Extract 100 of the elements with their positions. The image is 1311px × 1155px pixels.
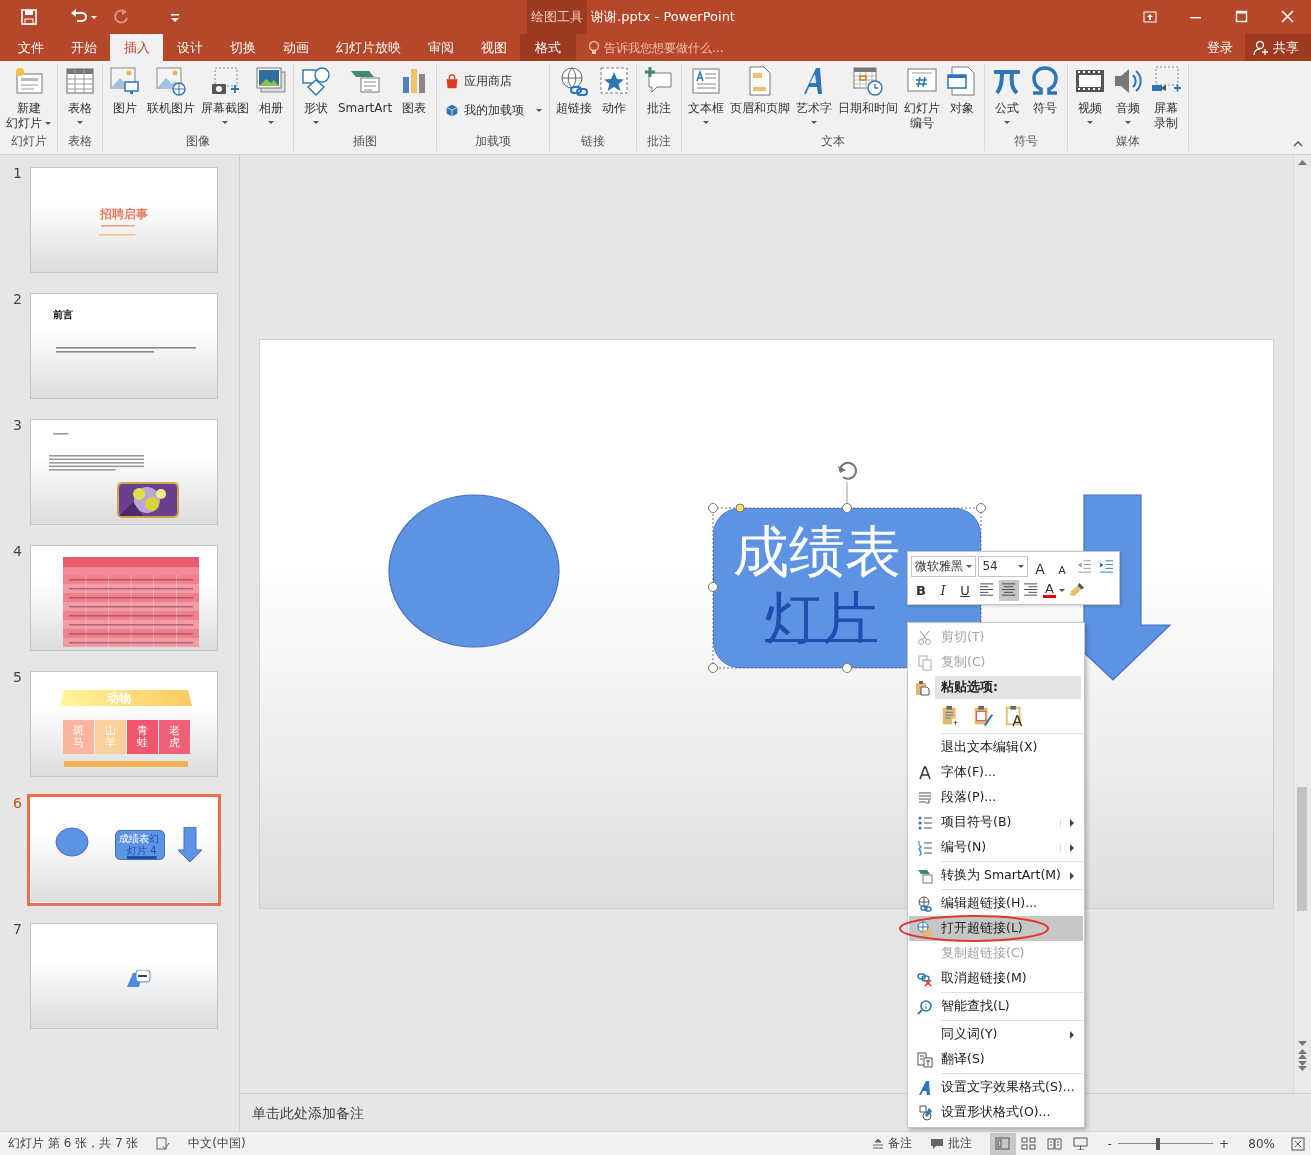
sign-in-link[interactable]: 登录 bbox=[1195, 34, 1245, 61]
italic-button[interactable]: I bbox=[933, 579, 953, 601]
scroll-up-icon[interactable] bbox=[1298, 159, 1307, 165]
align-center-icon[interactable] bbox=[1001, 582, 1017, 598]
decrease-font-size-button[interactable]: A bbox=[1052, 555, 1072, 577]
ribbon-display-options-icon[interactable] bbox=[1143, 10, 1157, 24]
ribbon-button[interactable]: 艺术字 bbox=[793, 64, 836, 125]
slide-thumbnail[interactable]: 前言 bbox=[30, 293, 218, 399]
font-color-button[interactable]: A bbox=[1043, 582, 1056, 598]
menu-item[interactable]: 段落(P)... bbox=[909, 785, 1083, 810]
ribbon-button[interactable]: 符号 bbox=[1026, 64, 1065, 117]
ribbon-button[interactable]: 屏幕 录制 bbox=[1147, 64, 1186, 132]
slide-thumbnail[interactable] bbox=[30, 545, 218, 651]
zoom-percentage[interactable]: 80% bbox=[1235, 1136, 1275, 1151]
menu-item[interactable]: 转换为 SmartArt(M) bbox=[909, 863, 1083, 888]
ribbon-button[interactable]: 动作 bbox=[595, 64, 634, 117]
text-effects-icon bbox=[917, 1079, 933, 1096]
ribbon-button[interactable]: 幻灯片 编号 bbox=[901, 64, 944, 132]
font-size-field[interactable]: 54 bbox=[978, 555, 1028, 577]
ribbon-button[interactable]: 联机图片 bbox=[144, 64, 198, 117]
language-indicator[interactable]: 中文(中国) bbox=[188, 1135, 246, 1152]
next-slide-icon[interactable] bbox=[1298, 1061, 1307, 1071]
scrollbar-thumb[interactable] bbox=[1297, 787, 1307, 911]
fit-to-window-icon[interactable] bbox=[1291, 1136, 1305, 1151]
previous-slide-icon[interactable] bbox=[1298, 1049, 1307, 1059]
increase-indent-icon[interactable] bbox=[1098, 558, 1114, 574]
format-painter-icon[interactable] bbox=[1068, 582, 1085, 598]
ribbon-tab[interactable]: 开始 bbox=[57, 34, 110, 61]
rotate-handle-icon[interactable] bbox=[838, 461, 857, 480]
ribbon-button[interactable]: 应用商店 bbox=[440, 72, 547, 91]
slide-title: 招聘启事 bbox=[99, 206, 149, 223]
ribbon-button[interactable]: 页眉和页脚 bbox=[727, 64, 794, 117]
menu-item[interactable]: 项目符号(B) bbox=[909, 810, 1083, 835]
menu-item[interactable]: 字体(F)... bbox=[909, 760, 1083, 785]
slide-thumbnail[interactable] bbox=[30, 923, 218, 1029]
collapse-ribbon-icon[interactable] bbox=[1293, 141, 1303, 147]
ribbon-button[interactable]: 超链接 bbox=[553, 64, 596, 117]
ribbon-button[interactable]: 公式 bbox=[988, 64, 1027, 125]
share-button[interactable]: 共享 bbox=[1245, 34, 1311, 61]
ribbon-button[interactable]: 音频 bbox=[1109, 64, 1148, 125]
menu-item[interactable]: 取消超链接(M) bbox=[909, 966, 1083, 991]
zoom-slider-thumb[interactable] bbox=[1155, 1137, 1160, 1150]
shapes-icon bbox=[300, 65, 332, 97]
paste-picture-icon[interactable] bbox=[972, 704, 994, 728]
ribbon-button[interactable]: 图表 bbox=[395, 64, 434, 117]
spell-check-icon[interactable] bbox=[156, 1136, 171, 1151]
ribbon-button[interactable]: 批注 bbox=[640, 64, 679, 117]
hyperlink-icon bbox=[558, 65, 591, 97]
slide-thumbnail[interactable] bbox=[30, 419, 218, 525]
align-left-icon[interactable] bbox=[979, 582, 995, 598]
normal-view-icon[interactable] bbox=[995, 1137, 1011, 1150]
ribbon-button[interactable]: SmartArt bbox=[335, 64, 396, 117]
ribbon-button[interactable]: 新建 幻灯片 bbox=[3, 64, 54, 132]
notes-button[interactable]: 备注 bbox=[871, 1135, 912, 1152]
reading-view-icon[interactable] bbox=[1047, 1137, 1063, 1150]
ribbon-button[interactable]: 对象 bbox=[943, 64, 982, 117]
ribbon-button[interactable]: 我的加载项 bbox=[440, 101, 547, 120]
menu-item[interactable]: 编辑超链接(H)... bbox=[909, 891, 1083, 916]
menu-item[interactable]: 编号(N) bbox=[909, 835, 1083, 860]
ribbon-button[interactable]: 表格 bbox=[61, 64, 99, 125]
font-name-field[interactable]: 微软雅黑 bbox=[911, 555, 977, 577]
slide-show-icon[interactable] bbox=[1073, 1137, 1089, 1150]
ribbon-tab[interactable]: 动画 bbox=[269, 34, 322, 61]
ribbon-button[interactable]: 形状 bbox=[297, 64, 335, 125]
save-icon[interactable] bbox=[20, 8, 38, 26]
dropdown-caret-icon bbox=[1058, 588, 1065, 592]
notes-field[interactable]: 单击此处添加备注 bbox=[250, 1103, 554, 1122]
ribbon-tab[interactable]: 审阅 bbox=[414, 34, 467, 61]
menu-item[interactable]: 智能查找(L) bbox=[909, 994, 1083, 1019]
menu-item[interactable]: 同义词(Y) bbox=[909, 1022, 1083, 1047]
menu-item[interactable]: 设置形状格式(O)... bbox=[909, 1100, 1083, 1125]
align-right-icon[interactable] bbox=[1023, 582, 1039, 598]
ribbon-button[interactable]: 文本框 bbox=[685, 64, 728, 125]
tell-me-field[interactable]: 告诉我您想要做什么... bbox=[604, 40, 804, 55]
comments-button[interactable]: 批注 bbox=[929, 1135, 972, 1152]
ribbon-tab[interactable]: 格式 bbox=[520, 34, 576, 61]
ribbon-button[interactable]: 相册 bbox=[252, 64, 290, 125]
zoom-out-button[interactable]: - bbox=[1107, 1136, 1112, 1151]
ribbon-tab[interactable]: 视图 bbox=[467, 34, 520, 61]
ribbon-tab[interactable]: 文件 bbox=[4, 34, 57, 61]
ribbon-button[interactable]: 屏幕截图 bbox=[198, 64, 252, 125]
ribbon-tab[interactable]: 插入 bbox=[110, 34, 163, 61]
underline-button[interactable]: U bbox=[955, 579, 975, 601]
scroll-down-icon[interactable] bbox=[1298, 1041, 1307, 1047]
zoom-in-button[interactable]: + bbox=[1218, 1136, 1229, 1151]
ribbon-button[interactable]: 日期和时间 bbox=[835, 64, 902, 117]
menu-item[interactable]: 退出文本编辑(X) bbox=[909, 735, 1083, 760]
ribbon-button[interactable]: 图片 bbox=[106, 64, 144, 117]
menu-item[interactable]: 设置文字效果格式(S)... bbox=[909, 1075, 1083, 1100]
ribbon-tab[interactable]: 幻灯片放映 bbox=[322, 34, 414, 61]
bold-button[interactable]: B bbox=[911, 579, 931, 601]
maximize-icon[interactable] bbox=[1235, 10, 1249, 24]
ribbon-tab[interactable]: 设计 bbox=[163, 34, 216, 61]
close-icon[interactable] bbox=[1281, 10, 1295, 24]
ribbon-tab[interactable]: 切换 bbox=[216, 34, 269, 61]
menu-item[interactable]: 翻译(S) bbox=[909, 1047, 1083, 1072]
ribbon-button[interactable]: 视频 bbox=[1071, 64, 1110, 125]
slide-number: 2 bbox=[12, 291, 23, 309]
increase-font-size-button[interactable]: A bbox=[1030, 555, 1050, 577]
slide-sorter-icon[interactable] bbox=[1021, 1137, 1037, 1150]
